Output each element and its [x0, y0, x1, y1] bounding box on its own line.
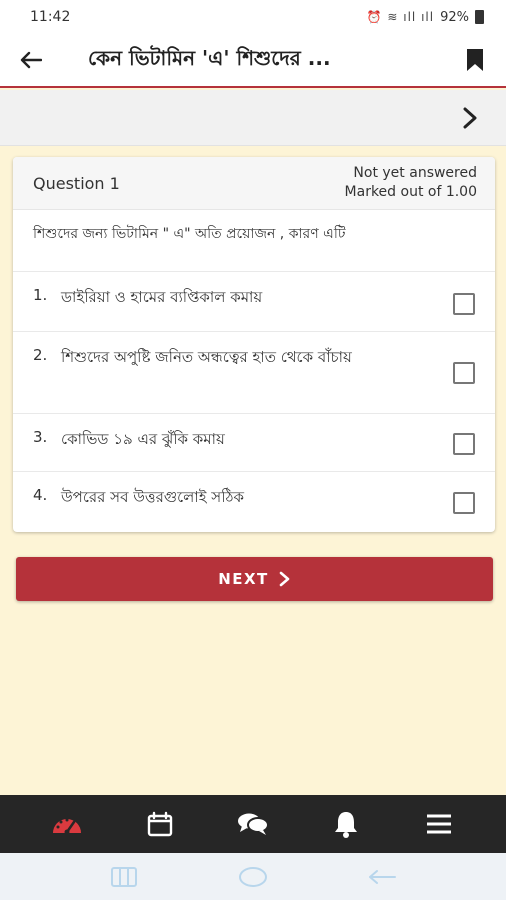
back-button[interactable] — [0, 33, 62, 87]
option-number: 2. — [33, 346, 48, 364]
nav-menu[interactable] — [414, 799, 464, 849]
home-button[interactable] — [233, 862, 273, 892]
option-checkbox[interactable] — [453, 293, 475, 315]
battery-percent: 92% — [440, 9, 469, 25]
marks-info: Marked out of 1.00 — [344, 184, 477, 200]
answer-status: Not yet answered — [353, 165, 477, 181]
nav-notifications[interactable] — [321, 799, 371, 849]
bookmark-button[interactable] — [444, 33, 506, 87]
option-text: ডাইরিয়া ও হামের ব্যপ্তিকাল কমায় — [61, 288, 263, 306]
signal-icons: ⏰ ≋ ıll ıll — [366, 10, 435, 24]
menu-icon — [427, 814, 452, 834]
dashboard-icon — [52, 818, 81, 835]
status-indicators: ⏰ ≋ ıll ıll 92% — [367, 10, 484, 25]
question-card: Question 1 Not yet answered Marked out o… — [13, 157, 495, 532]
option-3[interactable]: 3. কোভিড ১৯ এর ঝুঁকি কমায় — [13, 414, 495, 472]
back-arrow-icon — [20, 51, 42, 69]
option-number: 3. — [33, 428, 48, 446]
option-checkbox[interactable] — [453, 362, 475, 384]
status-bar: 11:42 ⏰ ≋ ıll ıll 92% — [0, 0, 506, 34]
question-text: শিশুদের জন্য ভিটামিন " এ" অতি প্রয়োজন ,… — [13, 210, 495, 272]
option-text: উপরের সব উত্তরগুলোই সঠিক — [61, 488, 244, 506]
option-text: শিশুদের অপুষ্টি জনিত অন্ধত্বের হাত থেকে … — [61, 348, 352, 366]
app-bar: কেন ভিটামিন 'এ' শিশুদের ... — [0, 34, 506, 88]
question-status: Not yet answered Marked out of 1.00 — [345, 164, 477, 202]
notification-bell-icon — [335, 812, 358, 838]
option-1[interactable]: 1. ডাইরিয়া ও হামের ব্যপ্তিকাল কমায় — [13, 272, 495, 332]
battery-icon — [475, 10, 484, 24]
recent-apps-icon — [111, 866, 138, 887]
next-button[interactable]: NEXT — [16, 557, 493, 601]
status-time: 11:42 — [30, 9, 71, 25]
system-navigation-bar — [0, 853, 506, 900]
chat-icon — [237, 813, 269, 835]
system-back-button[interactable] — [362, 862, 402, 892]
calendar-icon — [147, 811, 172, 837]
nav-dashboard[interactable] — [42, 799, 92, 849]
next-question-arrow[interactable] — [454, 102, 486, 134]
option-text: কোভিড ১৯ এর ঝুঁকি কমায় — [61, 430, 225, 448]
chevron-right-icon — [279, 571, 290, 587]
nav-chat[interactable] — [228, 799, 278, 849]
recent-apps-button[interactable] — [104, 862, 144, 892]
nav-calendar[interactable] — [135, 799, 185, 849]
option-checkbox[interactable] — [453, 433, 475, 455]
bottom-navigation — [0, 795, 506, 853]
option-number: 1. — [33, 286, 48, 304]
bookmark-icon — [467, 49, 483, 71]
option-checkbox[interactable] — [453, 492, 475, 514]
option-number: 4. — [33, 486, 48, 504]
home-icon — [238, 866, 267, 887]
next-button-label: NEXT — [218, 570, 269, 588]
back-arrow-icon — [368, 869, 396, 884]
question-label: Question 1 — [33, 173, 120, 193]
chevron-right-icon — [463, 107, 477, 129]
question-header: Question 1 Not yet answered Marked out o… — [13, 157, 495, 210]
option-4[interactable]: 4. উপরের সব উত্তরগুলোই সঠিক — [13, 472, 495, 532]
page-title: কেন ভিটামিন 'এ' শিশুদের ... — [88, 45, 331, 70]
option-2[interactable]: 2. শিশুদের অপুষ্টি জনিত অন্ধত্বের হাত থে… — [13, 332, 495, 414]
question-nav-strip — [0, 90, 506, 146]
